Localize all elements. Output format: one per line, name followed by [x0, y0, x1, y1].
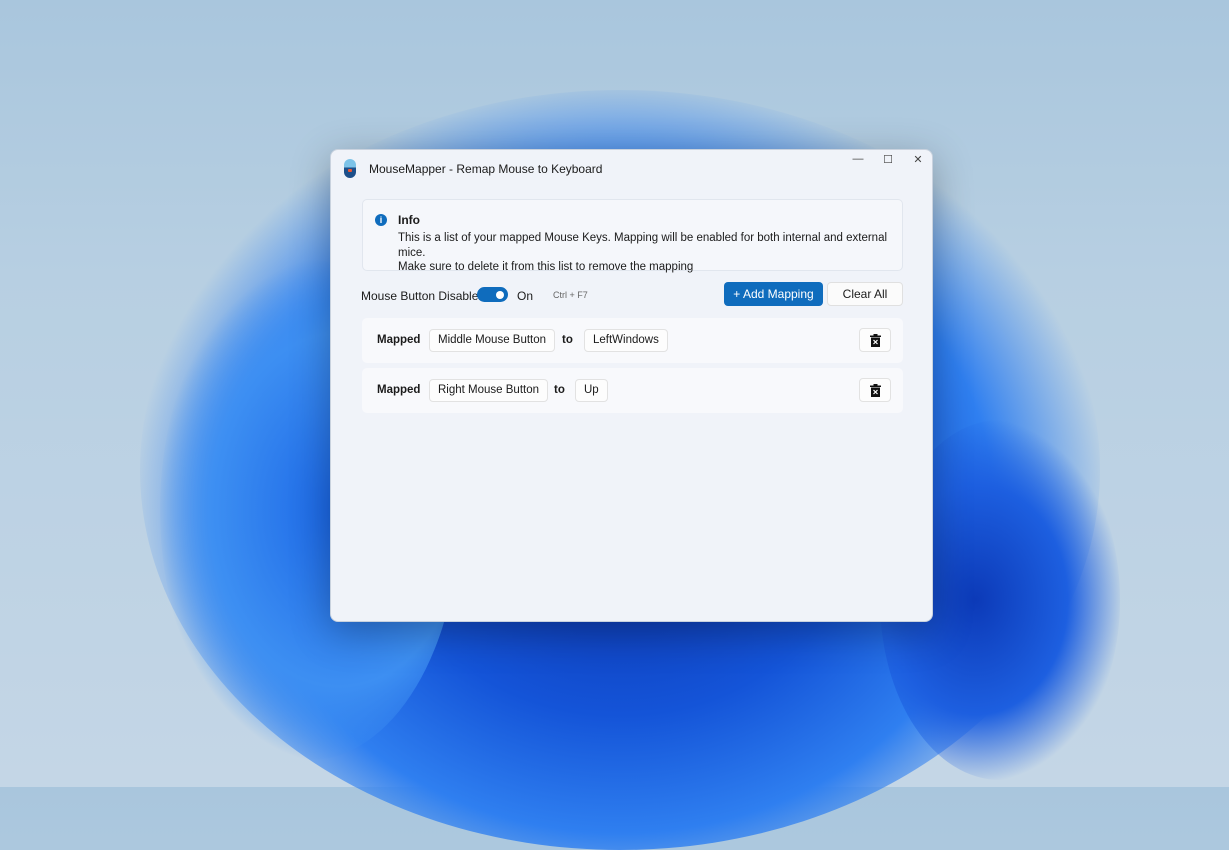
window-title: MouseMapper - Remap Mouse to Keyboard [369, 162, 602, 176]
info-line: Make sure to delete it from this list to… [398, 260, 902, 275]
close-button[interactable]: ✕ [903, 153, 933, 171]
to-label: to [554, 384, 565, 396]
disabler-toggle[interactable] [477, 287, 508, 302]
info-icon: i [375, 214, 387, 226]
from-button[interactable]: Middle Mouse Button [429, 329, 555, 352]
mouse-app-icon [344, 159, 356, 178]
maximize-button[interactable]: ☐ [873, 153, 903, 171]
toggle-state: On [517, 289, 533, 303]
add-mapping-button[interactable]: + Add Mapping [724, 282, 823, 306]
disabler-label: Mouse Button Disabler [361, 289, 482, 303]
clear-all-button[interactable]: Clear All [827, 282, 903, 306]
info-line: This is a list of your mapped Mouse Keys… [398, 231, 902, 260]
minimize-button[interactable]: — [843, 153, 873, 171]
to-key[interactable]: LeftWindows [584, 329, 668, 352]
info-message: This is a list of your mapped Mouse Keys… [398, 231, 902, 275]
mapped-label: Mapped [377, 384, 420, 396]
info-bar: i Info This is a list of your mapped Mou… [362, 199, 903, 271]
trash-icon [870, 334, 881, 347]
shortcut-hint: Ctrl + F7 [553, 290, 588, 300]
to-label: to [562, 334, 573, 346]
mapping-row: Mapped Right Mouse Button to Up [362, 368, 903, 413]
from-button[interactable]: Right Mouse Button [429, 379, 548, 402]
mapping-row: Mapped Middle Mouse Button to LeftWindow… [362, 318, 903, 363]
trash-icon [870, 384, 881, 397]
title-bar[interactable]: MouseMapper - Remap Mouse to Keyboard — … [331, 150, 932, 188]
delete-button[interactable] [859, 378, 891, 402]
delete-button[interactable] [859, 328, 891, 352]
mapped-label: Mapped [377, 334, 420, 346]
app-window: MouseMapper - Remap Mouse to Keyboard — … [330, 149, 933, 622]
info-heading: Info [398, 213, 420, 227]
to-key[interactable]: Up [575, 379, 608, 402]
